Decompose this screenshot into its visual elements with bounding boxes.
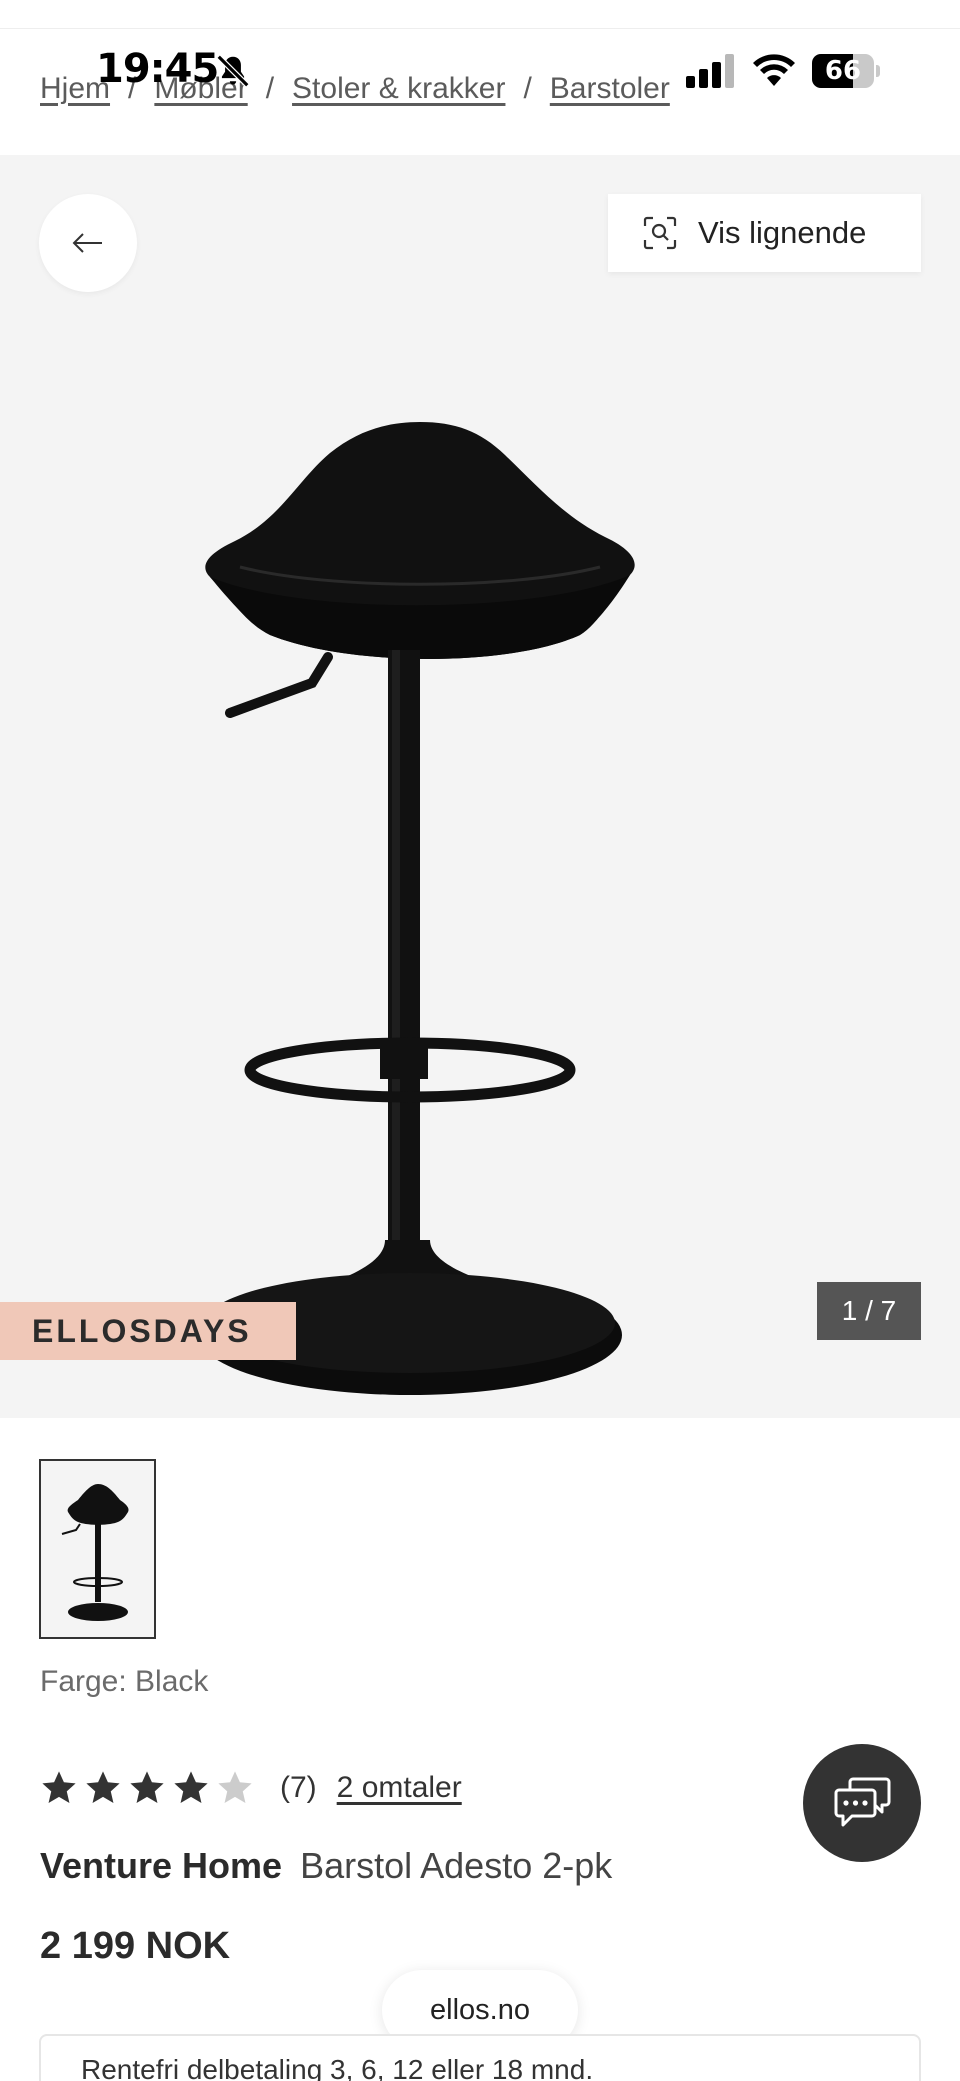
product-price: 2 199 NOK: [40, 1925, 231, 1967]
product-rating: (7) 2 omtaler: [40, 1763, 462, 1813]
review-count: (7): [280, 1771, 317, 1804]
chat-icon: [834, 1777, 891, 1827]
color-thumbnail[interactable]: [39, 1459, 156, 1639]
financing-info[interactable]: Rentefri delbetaling 3, 6, 12 eller 18 m…: [39, 2034, 921, 2081]
battery-icon: 66: [812, 54, 880, 88]
image-counter: 1 / 7: [817, 1282, 921, 1340]
breadcrumb-home[interactable]: Hjem: [40, 72, 110, 105]
star-icon: [42, 1771, 76, 1804]
star-icon: [130, 1771, 164, 1804]
arrow-left-icon: [72, 233, 102, 253]
breadcrumb-furniture[interactable]: Møbler: [154, 72, 247, 105]
product-name: Barstol Adesto 2-pk: [300, 1845, 613, 1886]
battery-level: 66: [824, 56, 862, 86]
divider: [0, 28, 960, 29]
color-label: Farge: Black: [40, 1665, 209, 1698]
back-button[interactable]: [39, 194, 137, 292]
star-icon: [218, 1771, 252, 1804]
reviews-link[interactable]: 2 omtaler: [337, 1771, 462, 1805]
product-image: [198, 422, 635, 1395]
promo-badge: ELLOSDAYS: [0, 1302, 296, 1360]
breadcrumb-barstools[interactable]: Barstoler: [550, 72, 670, 105]
product-brand[interactable]: Venture Home: [40, 1845, 282, 1886]
financing-text: Rentefri delbetaling 3, 6, 12 eller 18 m…: [81, 2054, 594, 2081]
product-title: Venture Home Barstol Adesto 2-pk: [40, 1845, 612, 1887]
breadcrumb: Hjem / Møbler / Stoler & krakker / Barstoler: [40, 72, 670, 105]
chat-button[interactable]: [803, 1744, 921, 1862]
breadcrumb-chairs[interactable]: Stoler & krakker: [292, 72, 505, 105]
star-icon: [86, 1771, 120, 1804]
show-similar-button[interactable]: Vis lignende: [608, 194, 921, 272]
show-similar-label: Vis lignende: [698, 215, 867, 250]
thumbnail-image: [61, 1484, 129, 1621]
cellular-signal-icon: [686, 54, 734, 88]
visual-search-icon: [643, 216, 677, 250]
rating-stars: [40, 1769, 254, 1807]
wifi-icon: [753, 54, 795, 86]
star-icon: [174, 1771, 208, 1804]
product-image-gallery[interactable]: Vis lignende ELLOSDAYS 1 / 7: [0, 155, 960, 1418]
